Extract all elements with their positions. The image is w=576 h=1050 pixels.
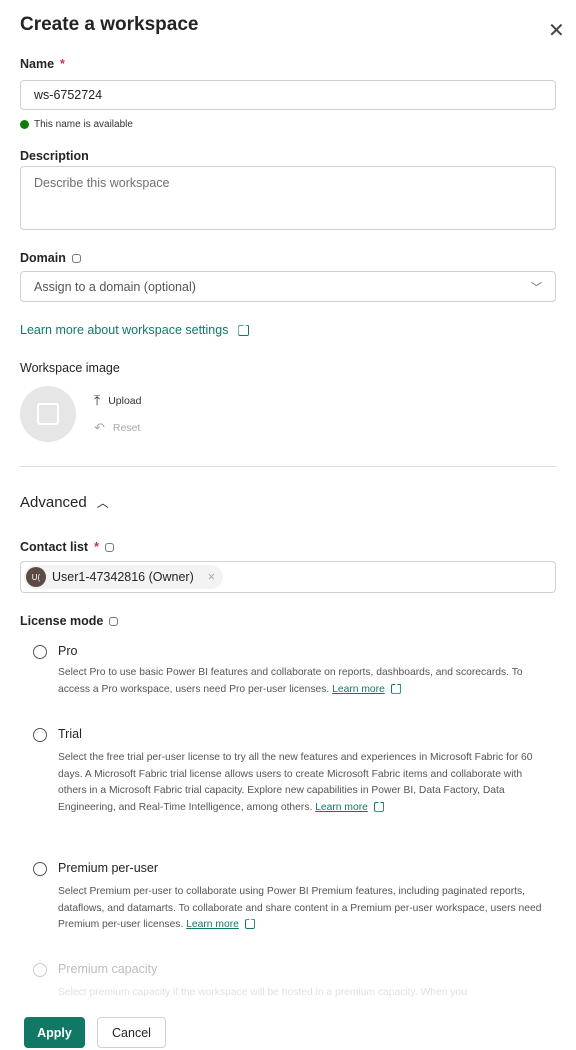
radio-premium-per-user[interactable]	[33, 862, 47, 876]
user-chip: U( User1-47342816 (Owner) ×	[24, 565, 224, 589]
undo-icon: ↶	[94, 420, 105, 435]
info-icon[interactable]	[71, 254, 81, 264]
advanced-toggle[interactable]: Advanced ︿	[20, 494, 109, 511]
learn-more-link[interactable]: Learn more	[315, 802, 368, 813]
apply-button[interactable]: Apply	[24, 1017, 85, 1048]
avatar: U(	[26, 567, 46, 587]
external-link-icon	[373, 801, 384, 812]
external-link-icon	[390, 683, 401, 694]
option-capacity-desc: Select premium capacity if the workspace…	[58, 987, 468, 998]
name-label-text: Name	[20, 57, 55, 71]
info-icon[interactable]	[109, 617, 119, 627]
upload-button[interactable]: ⤒ Upload	[94, 392, 141, 409]
name-label: Name *	[20, 57, 65, 71]
user-chip-label: User1-47342816 (Owner)	[52, 570, 194, 584]
learn-more-link[interactable]: Learn more	[186, 919, 239, 930]
info-icon[interactable]	[104, 543, 114, 553]
contact-list-input[interactable]: U( User1-47342816 (Owner) ×	[20, 561, 556, 593]
image-icon	[37, 403, 59, 425]
desc-text: Select Premium per-user to collaborate u…	[58, 886, 542, 930]
close-icon[interactable]: ✕	[548, 18, 565, 43]
option-pro-label: Pro	[58, 644, 78, 658]
desc-text: Select the free trial per-user license t…	[58, 752, 533, 813]
domain-placeholder: Assign to a domain (optional)	[34, 279, 196, 294]
option-trial-desc: Select the free trial per-user license t…	[58, 750, 542, 816]
domain-label-text: Domain	[20, 251, 66, 265]
reset-button[interactable]: ↶ Reset	[94, 420, 140, 436]
contact-list-label-text: Contact list	[20, 540, 89, 554]
radio-pro[interactable]	[33, 645, 47, 659]
radio-trial[interactable]	[33, 728, 47, 742]
learn-more-link[interactable]: Learn more	[332, 684, 385, 695]
divider	[20, 466, 556, 467]
page-title: Create a workspace	[20, 14, 199, 35]
option-pro-desc: Select Pro to use basic Power BI feature…	[58, 665, 542, 698]
license-mode-label-text: License mode	[20, 614, 104, 628]
cancel-button[interactable]: Cancel	[97, 1017, 166, 1048]
description-label: Description	[20, 149, 89, 163]
reset-label: Reset	[112, 422, 141, 434]
option-ppu-desc: Select Premium per-user to collaborate u…	[58, 884, 542, 934]
option-ppu-label: Premium per-user	[58, 861, 159, 875]
name-input-value: ws-6752724	[34, 88, 103, 102]
learn-more-settings-link[interactable]: Learn more about workspace settings	[20, 323, 250, 337]
upload-icon: ⤒	[94, 392, 101, 408]
chevron-down-icon: ﹀	[531, 281, 542, 294]
required-mark: *	[60, 57, 65, 71]
description-placeholder: Describe this workspace	[34, 176, 170, 190]
upload-label: Upload	[108, 394, 142, 407]
advanced-label: Advanced	[20, 494, 87, 511]
required-mark: *	[94, 540, 99, 554]
external-link-icon	[238, 325, 250, 337]
learn-more-text: Learn more about workspace settings	[20, 323, 229, 337]
domain-dropdown[interactable]: Assign to a domain (optional) ﹀	[20, 271, 556, 302]
option-trial-label: Trial	[58, 727, 82, 741]
name-input[interactable]: ws-6752724	[20, 80, 556, 110]
workspace-image-placeholder	[20, 386, 76, 442]
chevron-up-icon: ︿	[96, 496, 109, 510]
name-status-text: This name is available	[34, 119, 133, 130]
workspace-image-label: Workspace image	[20, 361, 120, 375]
remove-user-icon[interactable]: ×	[208, 570, 215, 584]
radio-premium-capacity[interactable]	[33, 963, 47, 977]
external-link-icon	[244, 919, 255, 930]
license-mode-label: License mode	[20, 614, 119, 628]
desc-text: Select Pro to use basic Power BI feature…	[58, 667, 523, 695]
description-textarea[interactable]: Describe this workspace	[20, 166, 556, 230]
domain-label: Domain	[20, 251, 81, 265]
option-capacity-label: Premium capacity	[58, 962, 158, 976]
contact-list-label: Contact list *	[20, 540, 114, 554]
name-status: This name is available	[20, 119, 133, 130]
check-circle-icon	[20, 120, 29, 129]
